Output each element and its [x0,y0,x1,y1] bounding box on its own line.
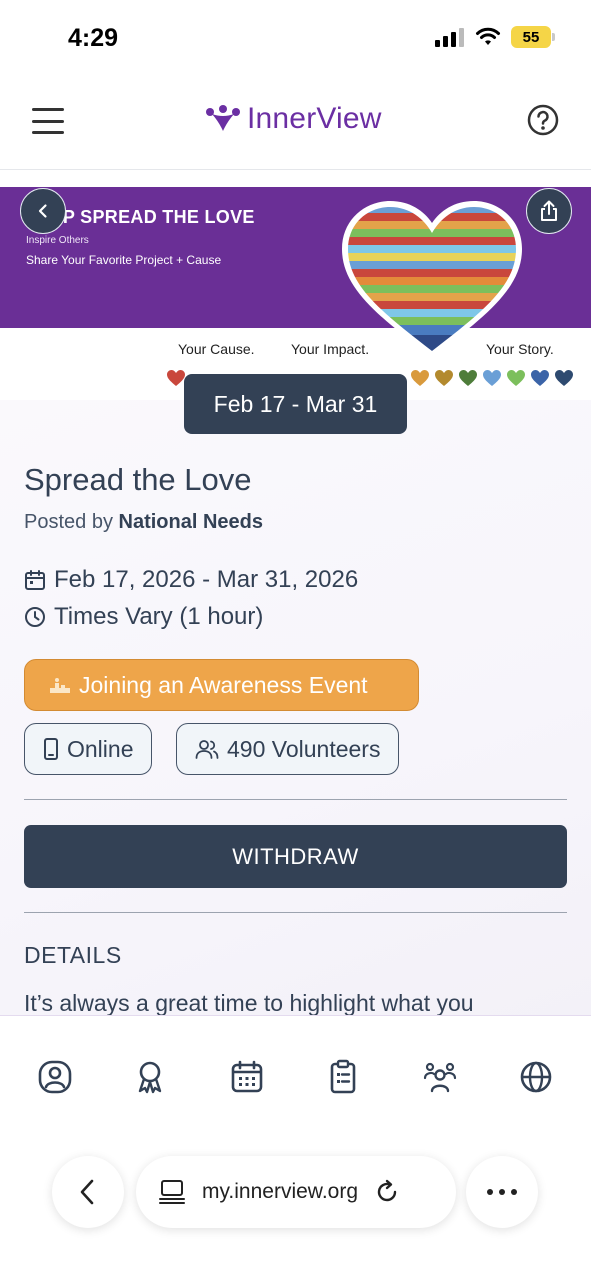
banner-subtitle: Inspire Others [26,235,89,246]
browser-toolbar: my.innerview.org [0,1140,591,1280]
withdraw-button[interactable]: WITHDRAW [24,825,567,888]
event-time-row: Times Vary (1 hour) [24,603,263,631]
wifi-icon [476,27,500,45]
users-icon [195,740,219,759]
location-badge: Online [24,723,153,775]
bottom-tab-bar [0,1015,591,1140]
details-text: It’s always a great time to highlight wh… [24,990,474,1016]
brand-name: InnerView [247,102,382,135]
share-icon [541,200,557,221]
share-button[interactable] [526,188,572,234]
heart-icon [459,370,477,386]
posted-by: Posted by National Needs [24,511,263,534]
heart-icon [555,370,573,386]
date-chip: Feb 17 - Mar 31 [184,374,407,434]
rainbow-heart-icon [342,201,522,357]
event-banner: HELP SPREAD THE LOVE Inspire Others Shar… [0,187,591,400]
more-options-button[interactable] [466,1156,538,1228]
event-title: Spread the Love [24,462,252,497]
heart-icon [483,370,501,386]
banner-tag-story: Your Story. [486,341,554,357]
status-icons: 55 [435,26,555,48]
volunteers-count: 490 Volunteers [227,735,381,762]
help-icon[interactable] [527,104,559,136]
back-button[interactable] [20,188,66,234]
status-bar: 4:29 55 [0,0,591,80]
url-text[interactable]: my.innerview.org [202,1180,358,1204]
divider [24,799,567,800]
banner-tag-impact: Your Impact. [291,341,370,357]
signal-icon [435,28,464,47]
location-label: Online [67,735,134,762]
chevron-left-icon [80,1179,94,1205]
heart-icon [435,370,453,386]
calendar-icon[interactable] [229,1059,265,1095]
innerview-logo-icon [206,105,240,131]
category-badge: Joining an Awareness Event [24,659,419,711]
heart-icon [531,370,549,386]
group-icon[interactable] [422,1059,458,1095]
browser-back-button[interactable] [52,1156,124,1228]
award-icon[interactable] [132,1059,168,1095]
posted-by-prefix: Posted by [24,511,113,533]
clipboard-icon[interactable] [325,1059,361,1095]
ellipsis-icon [487,1189,517,1195]
banner-tag-cause: Your Cause. [178,341,255,357]
profile-icon[interactable] [37,1059,73,1095]
brand-logo[interactable]: InnerView [205,102,382,136]
mobile-phone-icon [44,738,58,760]
banner-tagline: Share Your Favorite Project + Cause [26,253,222,267]
top-nav: InnerView [0,80,591,170]
heart-icon [507,370,525,386]
event-date-row: Feb 17, 2026 - Mar 31, 2026 [24,566,358,594]
divider [24,912,567,913]
reload-icon[interactable] [374,1179,400,1205]
volunteers-badge: 490 Volunteers [176,723,400,775]
red-heart-icon [167,370,185,386]
event-details: Spread the Love Posted by National Needs… [0,400,591,1016]
event-date-range: Feb 17, 2026 - Mar 31, 2026 [54,566,359,593]
address-bar[interactable]: my.innerview.org [136,1156,456,1228]
battery-indicator: 55 [511,26,555,48]
event-time: Times Vary (1 hour) [54,603,264,630]
category-label: Joining an Awareness Event [79,671,368,698]
calendar-icon [25,570,45,590]
tab-overview-icon [159,1180,185,1204]
menu-icon[interactable] [32,108,64,134]
details-heading: DETAILS [24,942,122,968]
organization-link[interactable]: National Needs [119,511,263,533]
globe-icon[interactable] [518,1059,554,1095]
clock-icon [25,607,45,627]
award-ceremony-icon [50,678,70,693]
heart-icon [411,370,429,386]
mini-hearts-row [410,369,574,387]
chevron-left-icon [38,204,47,218]
status-time: 4:29 [68,24,119,52]
